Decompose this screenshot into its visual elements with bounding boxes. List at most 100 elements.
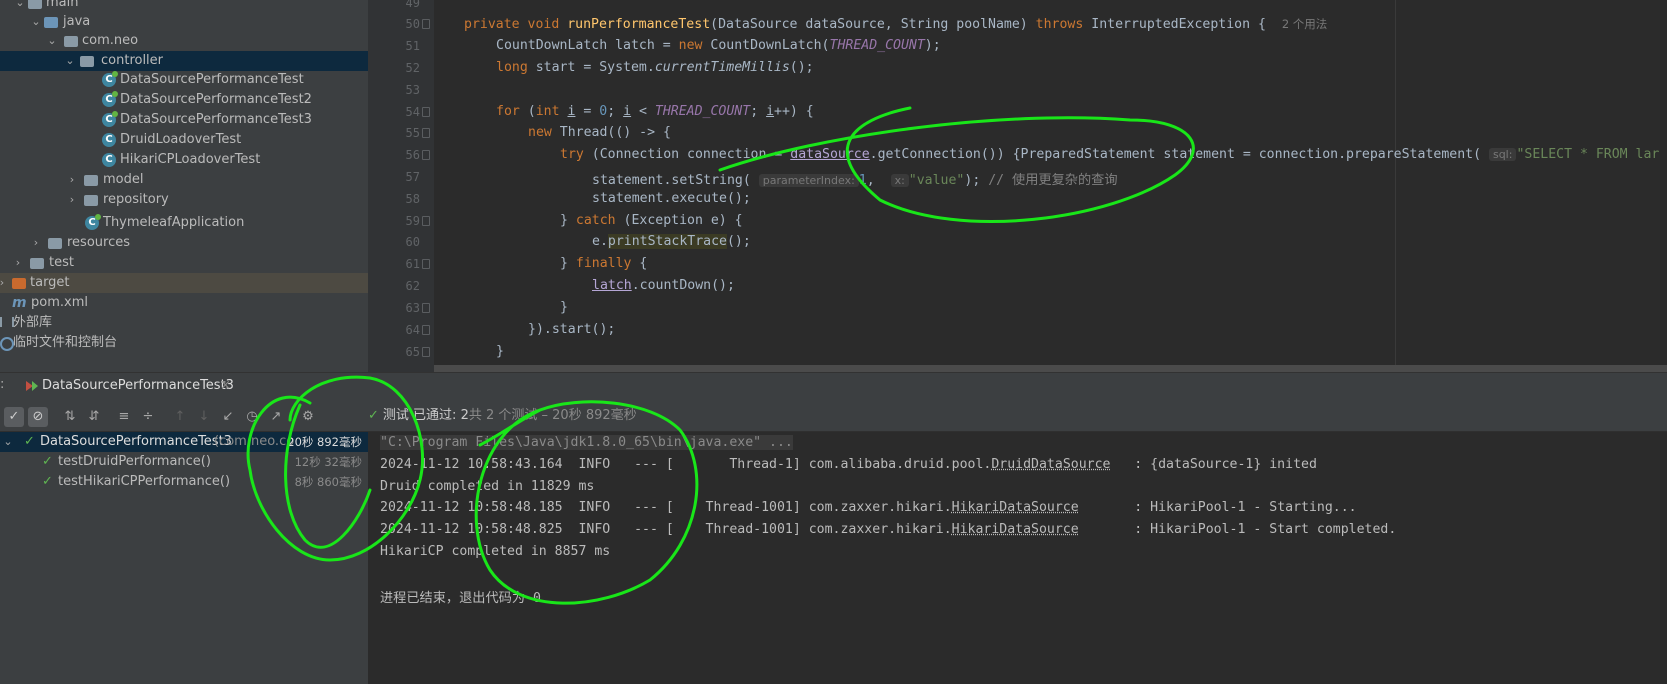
history-icon[interactable]: ◷ [242, 407, 262, 427]
line-number: 59 [405, 214, 420, 228]
run-icon-green [32, 381, 38, 391]
command-line[interactable]: "C:\Program Files\Java\jdk1.8.0_65\bin\j… [380, 435, 793, 450]
check-icon[interactable]: ✓ [4, 407, 24, 427]
fold-icon[interactable] [420, 303, 430, 313]
tree-item-label: com.neo [82, 33, 139, 48]
run-tab[interactable]: DataSourcePerformanceTest3 × [10, 373, 238, 404]
tree-item-label: 临时文件和控制台 [13, 335, 118, 350]
export-icon[interactable]: ↗ [266, 407, 286, 427]
code-line-51: CountDownLatch latch = new CountDownLatc… [496, 38, 941, 53]
tree-item-resources[interactable]: › resources [0, 233, 368, 253]
spring-class-icon: C [102, 71, 118, 87]
tree-item-pom[interactable]: m pom.xml [0, 293, 368, 313]
settings-icon[interactable]: ⚙ [298, 407, 318, 427]
line-number: 51 [405, 39, 420, 53]
chevron-down-icon[interactable]: ⌄ [30, 12, 42, 32]
test-time: 20秒 892毫秒 [287, 435, 362, 449]
tree-item-scratches[interactable]: 临时文件和控制台 [0, 333, 368, 353]
tree-item-label: DataSourcePerformanceTest2 [120, 92, 312, 107]
tree-item-test[interactable]: › test [0, 253, 368, 273]
tree-item-label: resources [67, 235, 131, 250]
collapse-icon[interactable]: ÷ [138, 407, 158, 427]
tree-item-model[interactable]: › model [0, 170, 368, 190]
line-number: 50 [405, 17, 420, 31]
code-line-55: new Thread(() -> { [528, 125, 671, 140]
tree-item-class[interactable]: C DruidLoadoverTest [0, 130, 368, 150]
code-line-56: try (Connection connection = dataSource.… [560, 147, 1660, 162]
tree-item-controller[interactable]: ⌄ controller [0, 51, 368, 71]
fold-icon[interactable] [420, 128, 430, 138]
tree-item-external-libs[interactable]: 外部库 [0, 313, 368, 333]
tree-item-class[interactable]: C HikariCPLoadoverTest [0, 150, 368, 170]
chevron-down-icon[interactable]: ⌄ [2, 432, 14, 452]
test-row[interactable]: ✓ testDruidPerformance() 12秒 32毫秒 [0, 452, 368, 472]
check-icon: ✓ [42, 454, 53, 469]
package-icon [84, 175, 98, 186]
package-icon [84, 195, 98, 206]
fold-icon[interactable] [420, 19, 430, 29]
tree-item-class[interactable]: C DataSourcePerformanceTest [0, 70, 368, 90]
tree-item-label: target [30, 275, 70, 290]
chevron-right-icon[interactable]: › [12, 253, 24, 273]
sort-duration-icon[interactable]: ⇵ [84, 407, 104, 427]
fold-icon[interactable] [420, 150, 430, 160]
horizontal-scrollbar[interactable] [434, 365, 1667, 372]
code-line-65: } [496, 344, 504, 359]
class-icon: C [102, 153, 116, 167]
down-icon[interactable]: ↓ [194, 407, 214, 427]
tree-item-label: DataSourcePerformanceTest3 [120, 112, 312, 127]
import-icon[interactable]: ↙ [218, 407, 238, 427]
tree-item-label: DruidLoadoverTest [120, 132, 242, 147]
console-line: 2024-11-12 10:58:43.164 INFO --- [ Threa… [380, 457, 1317, 472]
tree-item-label: model [103, 172, 144, 187]
tree-item-class[interactable]: C DataSourcePerformanceTest2 [0, 90, 368, 110]
run-tabs: : DataSourcePerformanceTest3 × [0, 373, 1667, 404]
folder-icon [30, 258, 44, 269]
usage-hint[interactable]: 2 个用法 [1282, 17, 1327, 31]
library-icon [0, 317, 14, 327]
line-number: 64 [405, 323, 420, 337]
chevron-right-icon[interactable]: › [30, 233, 42, 253]
test-row-root[interactable]: ⌄ ✓ DataSourcePerformanceTest3 (com.neo.… [0, 432, 368, 452]
line-number: 49 [405, 0, 420, 10]
fold-icon[interactable] [420, 216, 430, 226]
stop-icon[interactable]: ⊘ [28, 407, 48, 427]
fold-icon[interactable] [420, 325, 430, 335]
chevron-right-icon[interactable]: › [66, 190, 78, 210]
tree-item-class[interactable]: C ThymeleafApplication [0, 213, 368, 233]
line-number: 57 [405, 170, 420, 184]
tree-item-java[interactable]: ⌄ java [0, 12, 368, 32]
tree-item-repository[interactable]: › repository [0, 190, 368, 210]
folder-icon [48, 238, 62, 249]
fold-icon[interactable] [420, 347, 430, 357]
code-line-59: } catch (Exception e) { [560, 213, 743, 228]
chevron-down-icon[interactable]: ⌄ [46, 31, 58, 51]
code-line-60: e.printStackTrace(); [592, 234, 751, 249]
line-number: 53 [405, 83, 420, 97]
chevron-right-icon[interactable]: › [0, 273, 8, 293]
sort-icon[interactable]: ⇅ [60, 407, 80, 427]
code-line-63: } [560, 300, 568, 315]
up-icon[interactable]: ↑ [170, 407, 190, 427]
tree-item-label: DataSourcePerformanceTest [120, 72, 304, 87]
code-line-62: latch.countDown(); [592, 278, 735, 293]
code-editor[interactable]: 49 50 51 52 53 54 55 56 57 58 59 60 61 6… [368, 0, 1667, 372]
run-tab-label: DataSourcePerformanceTest3 [42, 378, 234, 393]
fold-icon[interactable] [420, 259, 430, 269]
line-number: 52 [405, 61, 420, 75]
line-number: 56 [405, 148, 420, 162]
test-row[interactable]: ✓ testHikariCPPerformance() 8秒 860毫秒 [0, 472, 368, 492]
chevron-down-icon[interactable]: ⌄ [64, 51, 76, 71]
chevron-right-icon[interactable]: › [66, 170, 78, 190]
console-output[interactable]: "C:\Program Files\Java\jdk1.8.0_65\bin\j… [368, 432, 1667, 684]
spring-class-icon: C [85, 214, 101, 230]
code-line-52: long start = System.currentTimeMillis(); [496, 60, 814, 75]
test-name: testDruidPerformance() [58, 454, 211, 469]
tree-item-target[interactable]: › target [0, 273, 368, 293]
tree-item-class[interactable]: C DataSourcePerformanceTest3 [0, 110, 368, 130]
package-icon [80, 56, 94, 67]
close-icon[interactable]: × [220, 378, 231, 393]
expand-icon[interactable]: ≡ [114, 407, 134, 427]
fold-icon[interactable] [420, 107, 430, 117]
tree-item-com-neo[interactable]: ⌄ com.neo [0, 31, 368, 51]
